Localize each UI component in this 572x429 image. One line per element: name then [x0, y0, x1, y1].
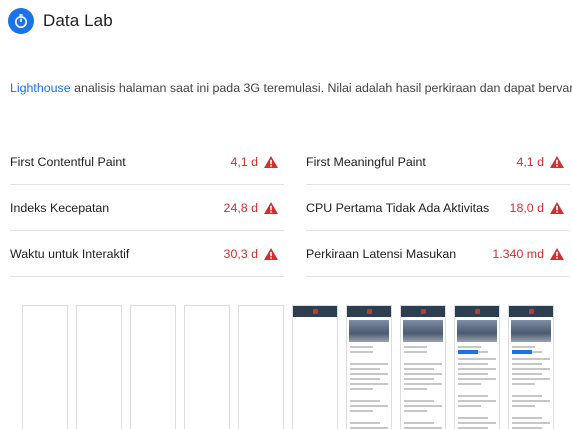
metric-first-meaningful-paint: First Meaningful Paint 4,1 d [306, 140, 570, 185]
metric-speed-index: Indeks Kecepatan 24,8 d [10, 186, 284, 231]
metric-label: Indeks Kecepatan [10, 201, 110, 215]
hero-image-thumbnail [349, 320, 389, 342]
filmstrip-frame [508, 305, 554, 429]
warning-icon [264, 156, 278, 168]
metric-label: CPU Pertama Tidak Ada Aktivitas [306, 201, 490, 215]
metric-label: Waktu untuk Interaktif [10, 247, 130, 261]
hero-image-thumbnail [511, 320, 551, 342]
hero-image-thumbnail [403, 320, 443, 342]
metric-value: 24,8 d [223, 201, 258, 215]
hero-image-thumbnail [457, 320, 497, 342]
metric-value: 4,1 d [516, 155, 544, 169]
filmstrip-frame [400, 305, 446, 429]
metric-value: 1.340 md [492, 247, 544, 261]
metric-value: 4,1 d [230, 155, 258, 169]
warning-icon [550, 248, 564, 260]
data-lab-header: Data Lab [8, 6, 113, 36]
metric-estimated-input-latency: Perkiraan Latensi Masukan 1.340 md [306, 232, 570, 277]
metric-value: 30,3 d [223, 247, 258, 261]
warning-icon [550, 202, 564, 214]
filmstrip-frame [22, 305, 68, 429]
filmstrip-frame [130, 305, 176, 429]
metric-first-cpu-idle: CPU Pertama Tidak Ada Aktivitas 18,0 d [306, 186, 570, 231]
page-header-thumbnail [401, 306, 445, 317]
text-lines-thumbnail [512, 358, 550, 429]
page-header-thumbnail [509, 306, 553, 317]
text-lines-thumbnail [404, 346, 442, 429]
lighthouse-link[interactable]: Lighthouse [10, 81, 71, 95]
lab-description: Lighthouse analisis halaman saat ini pad… [10, 81, 572, 95]
text-lines-thumbnail [458, 358, 496, 429]
warning-icon [264, 202, 278, 214]
filmstrip-frame [76, 305, 122, 429]
filmstrip-frame [238, 305, 284, 429]
page-header-thumbnail [347, 306, 391, 317]
metric-label: First Meaningful Paint [306, 155, 426, 169]
filmstrip-frame [454, 305, 500, 429]
metric-time-to-interactive: Waktu untuk Interaktif 30,3 d [10, 232, 284, 277]
metric-value: 18,0 d [509, 201, 544, 215]
page-header-thumbnail [293, 306, 337, 317]
filmstrip-frame [292, 305, 338, 429]
description-text: analisis halaman saat ini pada 3G teremu… [70, 81, 572, 95]
button-thumbnail [512, 350, 532, 354]
text-lines-thumbnail [350, 346, 388, 429]
metric-label: First Contentful Paint [10, 155, 126, 169]
button-thumbnail [458, 350, 478, 354]
screenshot-filmstrip [22, 305, 554, 429]
page-title: Data Lab [43, 11, 113, 30]
stopwatch-icon [8, 8, 34, 34]
filmstrip-frame [346, 305, 392, 429]
warning-icon [550, 156, 564, 168]
filmstrip-frame [184, 305, 230, 429]
warning-icon [264, 248, 278, 260]
metric-label: Perkiraan Latensi Masukan [306, 247, 457, 261]
metric-first-contentful-paint: First Contentful Paint 4,1 d [10, 140, 284, 185]
page-header-thumbnail [455, 306, 499, 317]
